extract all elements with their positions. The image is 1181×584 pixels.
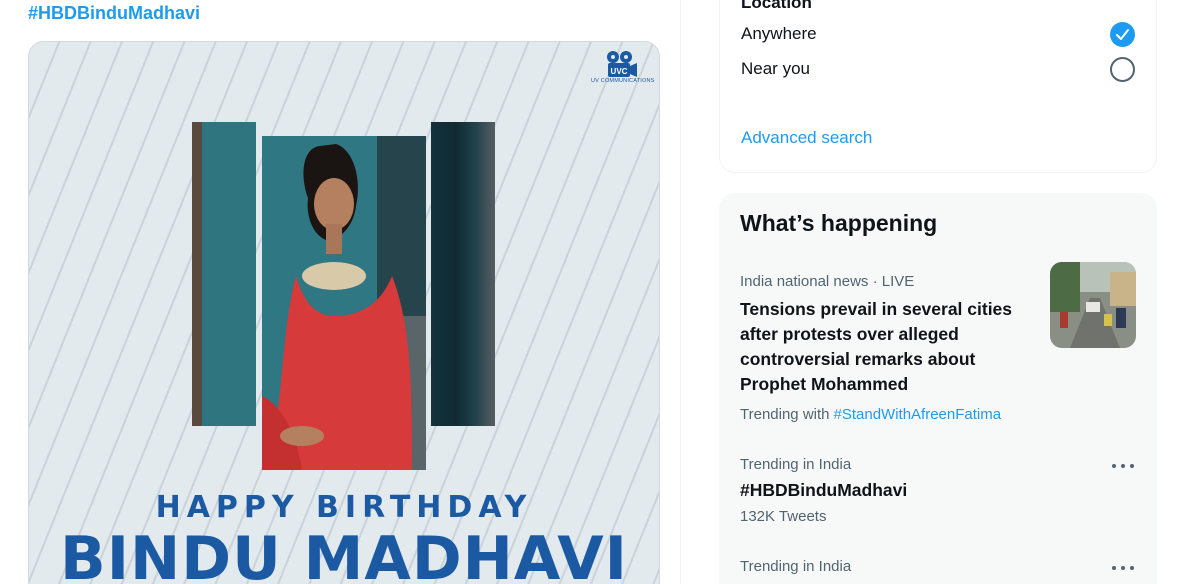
street-scene-image	[1050, 262, 1136, 348]
checkmark-icon	[1116, 29, 1129, 40]
location-option-near-you[interactable]: Near you	[720, 52, 1156, 86]
uvc-logo-caption: UV COMMUNICATIONS	[591, 78, 655, 84]
portrait-illustration	[262, 136, 426, 470]
tweet-media-image[interactable]: UVC UV COMMUNICATIONS HAPPY BIRTHDAY BIN…	[28, 41, 660, 584]
trend-meta: India national news · LIVE	[740, 273, 915, 290]
more-options-icon[interactable]	[1109, 456, 1137, 476]
trend-item-hbd[interactable]: Trending in India #HBDBinduMadhavi 132K …	[719, 456, 1157, 536]
trend-name: #HBDBinduMadhavi	[740, 480, 908, 500]
location-section-title: Location	[741, 0, 812, 12]
trending-with-label: Trending with	[740, 406, 830, 423]
option-label: Near you	[741, 59, 810, 78]
uvc-logo: UVC UV COMMUNICATIONS	[591, 50, 655, 90]
news-thumbnail	[1050, 262, 1136, 348]
photo-panel-center	[262, 136, 426, 470]
option-label: Anywhere	[741, 24, 817, 43]
trend-item-news[interactable]: India national news · LIVE Tensions prev…	[719, 262, 1157, 433]
advanced-search-link[interactable]: Advanced search	[741, 128, 872, 148]
whats-happening-panel: What’s happening India national news · L…	[719, 193, 1157, 584]
trending-with: Trending with #StandWithAfreenFatima	[740, 406, 1001, 423]
trend-item-third[interactable]: Trending in India	[719, 558, 1157, 584]
birthday-name: BINDU MADHAVI	[60, 524, 628, 584]
uvc-logo-text: UVC	[611, 67, 628, 76]
location-option-anywhere[interactable]: Anywhere	[720, 17, 1156, 51]
radio-unchecked[interactable]	[1110, 57, 1135, 82]
trend-meta: Trending in India	[740, 558, 852, 575]
radio-checked[interactable]	[1110, 22, 1135, 47]
more-options-icon[interactable]	[1109, 558, 1137, 578]
trend-headline: Tensions prevail in several cities after…	[740, 299, 1013, 394]
whats-happening-title: What’s happening	[740, 210, 938, 236]
trend-tweet-count: 132K Tweets	[740, 508, 827, 525]
hashtag-link[interactable]: #HBDBinduMadhavi	[28, 3, 200, 24]
uvc-film-reel-icon: UVC	[607, 51, 637, 77]
birthday-greeting: HAPPY BIRTHDAY	[155, 490, 533, 525]
photo-panel-right	[431, 122, 495, 426]
photo-panel-left	[192, 122, 256, 426]
trending-with-hashtag[interactable]: #StandWithAfreenFatima	[834, 406, 1002, 423]
trend-meta: Trending in India	[740, 456, 852, 473]
tweet-column: #HBDBinduMadhavi UVC UV COMMUNICATIONS H…	[0, 0, 681, 584]
search-filters-card: Location Anywhere Near you Advanced sear…	[719, 0, 1157, 173]
